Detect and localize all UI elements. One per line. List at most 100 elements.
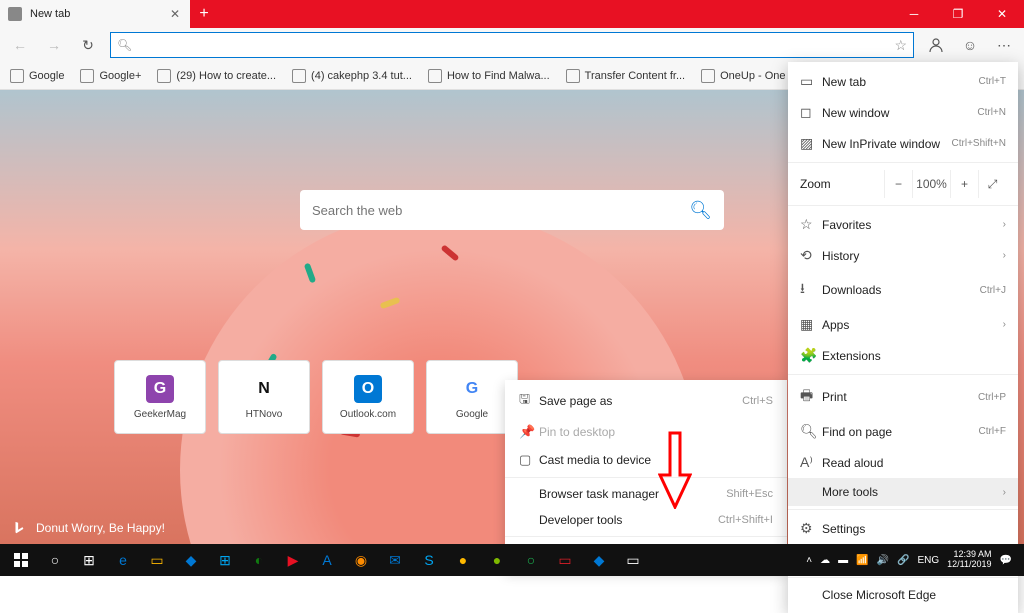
menu-item-find[interactable]: 🔍︎Find on pageCtrl+F xyxy=(788,416,1018,447)
bookmark-item[interactable]: (29) How to create... xyxy=(151,67,282,85)
menu-item-favorites[interactable]: ☆Favorites› xyxy=(788,209,1018,240)
top-site-tile[interactable]: OOutlook.com xyxy=(322,360,414,434)
menu-item-downloads[interactable]: ⭳DownloadsCtrl+J xyxy=(788,271,1018,309)
history-icon: ⟲ xyxy=(800,247,822,264)
system-tray[interactable]: ˄ ☁ ▬ 📶 🔊 🔗 ENG 12:39 AM12/11/2019 💬 xyxy=(798,550,1020,570)
menu-item-save-page[interactable]: 🖫Save page asCtrl+S xyxy=(505,384,787,418)
menu-item-new-tab[interactable]: ▭New tabCtrl+T xyxy=(788,66,1018,97)
read-aloud-icon: A⁾ xyxy=(800,454,822,471)
tray-volume-icon[interactable]: 🔊 xyxy=(877,555,889,566)
menu-item-pin-desktop: 📌Pin to desktop xyxy=(505,418,787,446)
menu-button[interactable]: ⋯ xyxy=(988,30,1020,60)
taskbar-app[interactable]: ✉ xyxy=(378,544,412,576)
url-input[interactable] xyxy=(138,38,888,52)
web-search-box[interactable]: 🔍︎ xyxy=(300,190,724,230)
browser-tab[interactable]: New tab ✕ xyxy=(0,0,190,28)
bookmark-item[interactable]: Google+ xyxy=(74,67,147,85)
menu-item-print[interactable]: 🖶PrintCtrl+P xyxy=(788,378,1018,416)
taskbar-app[interactable]: ▭ xyxy=(548,544,582,576)
maximize-button[interactable]: ❐ xyxy=(936,0,980,28)
tab-close-icon[interactable]: ✕ xyxy=(170,7,182,21)
taskbar-app[interactable]: ▭ xyxy=(140,544,174,576)
address-bar[interactable]: 🔍︎ ☆ xyxy=(110,32,914,58)
taskbar-app[interactable]: ◆ xyxy=(582,544,616,576)
tray-chevron-icon[interactable]: ˄ xyxy=(806,555,812,566)
pin-icon: 📌 xyxy=(519,424,539,440)
task-view-button[interactable]: ⊞ xyxy=(72,544,106,576)
tray-link-icon[interactable]: 🔗 xyxy=(897,555,909,566)
taskbar-app[interactable]: S xyxy=(412,544,446,576)
top-site-tile[interactable]: GGeekerMag xyxy=(114,360,206,434)
window-close-button[interactable]: ✕ xyxy=(980,0,1024,28)
taskbar-app[interactable]: ● xyxy=(480,544,514,576)
bookmark-label: Google+ xyxy=(99,70,141,82)
menu-item-task-manager[interactable]: Browser task managerShift+Esc xyxy=(505,481,787,507)
menu-item-more-tools[interactable]: More tools› xyxy=(788,478,1018,506)
download-icon: ⭳ xyxy=(800,278,822,302)
tile-label: HTNovo xyxy=(246,409,283,420)
menu-item-history[interactable]: ⟲History› xyxy=(788,240,1018,271)
search-button[interactable]: ○ xyxy=(38,544,72,576)
menu-label: Pin to desktop xyxy=(539,425,773,439)
taskbar-app[interactable]: ● xyxy=(446,544,480,576)
fullscreen-button[interactable]: ⤢ xyxy=(978,170,1006,198)
menu-item-cast[interactable]: ▢Cast media to device xyxy=(505,446,787,474)
apps-icon: ▦ xyxy=(800,316,822,333)
menu-item-settings[interactable]: ⚙Settings xyxy=(788,513,1018,544)
taskbar-app[interactable]: ◉ xyxy=(344,544,378,576)
zoom-in-button[interactable]: + xyxy=(950,170,978,198)
zoom-out-button[interactable]: − xyxy=(884,170,912,198)
tile-icon: G xyxy=(458,375,486,403)
bookmark-item[interactable]: How to Find Malwa... xyxy=(422,67,556,85)
search-icon[interactable]: 🔍︎ xyxy=(689,200,712,221)
top-site-tile[interactable]: N HTNovo xyxy=(218,360,310,434)
menu-item-apps[interactable]: ▦Apps› xyxy=(788,309,1018,340)
minimize-button[interactable]: ─ xyxy=(892,0,936,28)
feedback-button[interactable]: ☺ xyxy=(954,30,986,60)
favorite-icon[interactable]: ☆ xyxy=(894,37,907,54)
taskbar-app[interactable]: ◐ xyxy=(242,544,276,576)
menu-label: Settings xyxy=(822,522,1006,536)
web-search-input[interactable] xyxy=(312,203,689,218)
menu-item-extensions[interactable]: 🧩Extensions xyxy=(788,340,1018,371)
menu-item-dev-tools[interactable]: Developer toolsCtrl+Shift+I xyxy=(505,507,787,533)
taskbar-app[interactable]: ◆ xyxy=(174,544,208,576)
taskbar-app[interactable]: ⊞ xyxy=(208,544,242,576)
bookmark-item[interactable]: (4) cakephp 3.4 tut... xyxy=(286,67,418,85)
search-icon: 🔍︎ xyxy=(117,38,132,52)
more-tools-submenu: 🖫Save page asCtrl+S 📌Pin to desktop ▢Cas… xyxy=(505,380,787,570)
tray-wifi-icon[interactable]: 📶 xyxy=(856,555,868,566)
taskbar-app[interactable]: e xyxy=(106,544,140,576)
menu-item-read-aloud[interactable]: A⁾Read aloud xyxy=(788,447,1018,478)
chevron-right-icon: › xyxy=(1003,250,1006,261)
menu-label: Print xyxy=(822,390,978,404)
menu-separator xyxy=(788,509,1018,510)
window-icon: ◻ xyxy=(800,104,822,121)
menu-label: Downloads xyxy=(822,283,980,297)
taskbar-app[interactable]: A xyxy=(310,544,344,576)
tray-battery-icon[interactable]: ▬ xyxy=(838,555,848,566)
tile-icon: N xyxy=(250,375,278,403)
new-tab-button[interactable]: + xyxy=(190,0,218,28)
bookmark-item[interactable]: Transfer Content fr... xyxy=(560,67,691,85)
refresh-button[interactable]: ↻ xyxy=(72,30,104,60)
back-button: ← xyxy=(4,30,36,60)
menu-item-new-window[interactable]: ◻New windowCtrl+N xyxy=(788,97,1018,128)
tray-notifications-icon[interactable]: 💬 xyxy=(1000,555,1012,566)
start-button[interactable] xyxy=(4,544,38,576)
bookmark-label: (4) cakephp 3.4 tut... xyxy=(311,70,412,82)
taskbar-app[interactable]: ▭ xyxy=(616,544,650,576)
taskbar-app[interactable]: ▶ xyxy=(276,544,310,576)
annotation-arrow xyxy=(658,431,692,509)
menu-shortcut: Ctrl+Shift+I xyxy=(718,514,773,526)
titlebar-drag xyxy=(218,0,892,28)
menu-item-inprivate[interactable]: ▨New InPrivate windowCtrl+Shift+N xyxy=(788,128,1018,159)
zoom-value: 100% xyxy=(912,170,950,198)
tray-cloud-icon[interactable]: ☁ xyxy=(820,555,830,566)
taskbar-app[interactable]: ○ xyxy=(514,544,548,576)
tray-language[interactable]: ENG xyxy=(917,555,939,566)
tray-clock[interactable]: 12:39 AM12/11/2019 xyxy=(947,550,991,570)
profile-button[interactable] xyxy=(920,30,952,60)
bookmark-item[interactable]: Google xyxy=(4,67,70,85)
menu-item-close-edge[interactable]: Close Microsoft Edge xyxy=(788,581,1018,609)
